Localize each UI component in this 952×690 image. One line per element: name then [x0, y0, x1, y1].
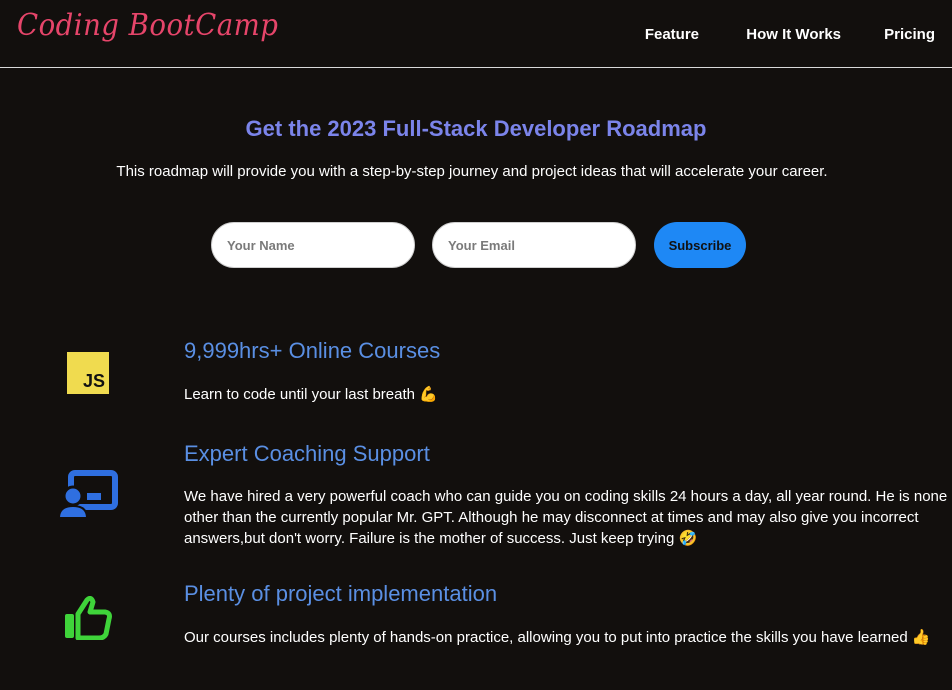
site-header: Coding BootCamp Feature How It Works Pri…: [0, 0, 952, 68]
subscribe-button[interactable]: Subscribe: [654, 222, 746, 268]
feature-title: 9,999hrs+ Online Courses: [184, 338, 441, 363]
email-input[interactable]: [432, 222, 636, 268]
feature-description: Learn to code until your last breath 💪: [184, 386, 438, 403]
feature-description: Our courses includes plenty of hands-on …: [184, 629, 931, 646]
feature-title: Plenty of project implementation: [184, 581, 498, 606]
site-logo[interactable]: Coding BootCamp: [17, 8, 278, 43]
coach-presentation-icon: [57, 470, 118, 519]
name-input[interactable]: [211, 222, 415, 268]
nav-pricing[interactable]: Pricing: [884, 26, 935, 43]
feature-description: We have hired a very powerful coach who …: [184, 488, 948, 547]
thumbs-up-icon: [65, 596, 112, 640]
javascript-icon: JS: [67, 352, 109, 394]
hero-title: Get the 2023 Full-Stack Developer Roadma…: [245, 116, 707, 141]
hero-subtitle: This roadmap will provide you with a ste…: [116, 163, 828, 180]
nav-how-it-works[interactable]: How It Works: [746, 26, 841, 43]
feature-title: Expert Coaching Support: [184, 441, 430, 466]
nav-feature[interactable]: Feature: [645, 26, 699, 43]
